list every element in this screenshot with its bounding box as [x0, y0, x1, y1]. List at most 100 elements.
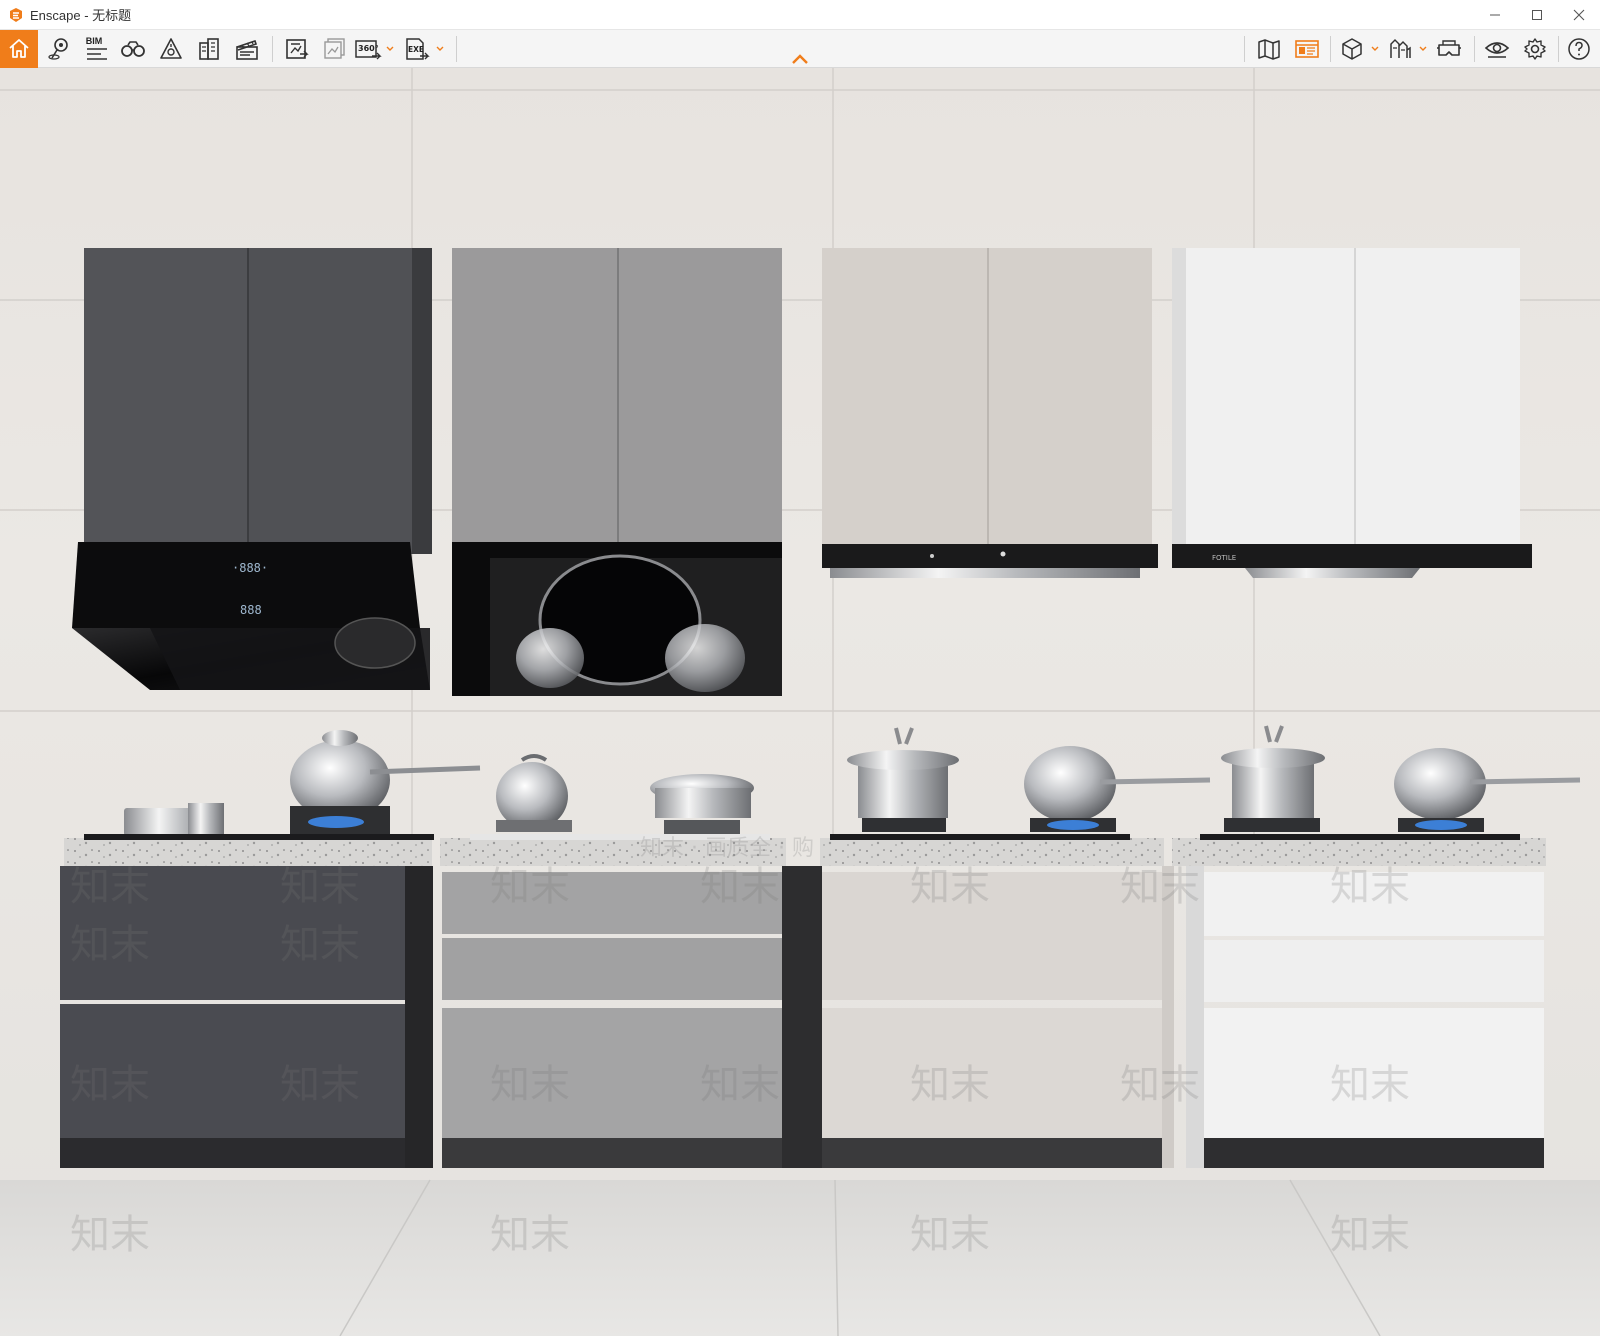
toolbar-separator: [456, 36, 457, 62]
toolbar-separator: [1244, 36, 1245, 62]
svg-text:知末: 知末: [1120, 864, 1200, 910]
help-icon: [1568, 38, 1590, 60]
minimize-button[interactable]: [1474, 0, 1516, 30]
svg-text:知末: 知末: [490, 1212, 570, 1258]
exe-export-button[interactable]: EXE: [402, 30, 432, 68]
toolbar-separator: [1558, 36, 1559, 62]
maximize-icon: [1532, 10, 1542, 20]
map-icon: [1258, 39, 1280, 60]
map-button[interactable]: [1252, 30, 1286, 68]
maximize-button[interactable]: [1516, 0, 1558, 30]
watermark-text: 知末: [70, 864, 150, 910]
svg-text:知末: 知末: [700, 864, 780, 910]
home-icon: [9, 39, 29, 58]
drawer-middle: [1204, 940, 1544, 1002]
app-name: Enscape: [30, 8, 81, 23]
settings-button[interactable]: [1518, 30, 1552, 68]
material-editor-icon: [1295, 40, 1319, 58]
wall-cabinet: [1186, 248, 1520, 546]
chevron-down-icon: [1419, 46, 1427, 51]
svg-text:知末: 知末: [280, 864, 360, 910]
help-button[interactable]: [1562, 30, 1596, 68]
buildings-button[interactable]: [192, 30, 226, 68]
chevron-down-icon: [436, 46, 444, 51]
drawer-upper: [822, 872, 1162, 1000]
kitchen-unit-2: [440, 248, 822, 1168]
panorama-360-icon: 360°: [355, 40, 382, 60]
svg-text:知末: 知末: [490, 864, 570, 910]
title-separator: -: [80, 8, 93, 23]
exe-export-icon: EXE: [406, 38, 430, 60]
toolbar-separator: [1330, 36, 1331, 62]
cookware: [496, 754, 754, 834]
floor: [0, 1180, 1600, 1336]
batch-render-icon: [324, 38, 345, 59]
bim-icon: [87, 47, 107, 60]
countertop: [820, 838, 1164, 866]
material-editor-button[interactable]: [1290, 30, 1324, 68]
panorama-label: 360°: [358, 44, 379, 53]
bim-label: BIM: [85, 35, 103, 46]
watermark-banner: 知末 · 画质全 · 购: [640, 836, 814, 861]
location-icon: [48, 38, 68, 60]
minimize-icon: [1490, 14, 1500, 16]
asset-library-button[interactable]: [1384, 30, 1416, 68]
settings-gear-icon: [1524, 38, 1546, 60]
chevron-down-icon: [386, 46, 394, 51]
exe-dropdown[interactable]: [435, 30, 445, 68]
hood-display: ·888·: [232, 561, 268, 575]
kitchen-scene: ·888· 888 FOTILE 知末 知末 知末 知末 知末 知末 知末 知末…: [0, 68, 1600, 1336]
close-button[interactable]: [1558, 0, 1600, 30]
range-hood: FOTILE: [1172, 544, 1532, 578]
svg-text:知末: 知末: [280, 922, 360, 968]
svg-text:知末: 知末: [1330, 1062, 1410, 1108]
countertop: [64, 838, 432, 866]
home-button[interactable]: [0, 30, 38, 68]
binoculars-icon: [121, 41, 145, 57]
render-viewport[interactable]: ·888· 888 FOTILE 知末 知末 知末 知末 知末 知末 知末 知末…: [0, 68, 1600, 1336]
location-button[interactable]: [42, 30, 76, 68]
asset-placement-button[interactable]: [1336, 30, 1368, 68]
close-icon: [1573, 9, 1585, 21]
svg-text:知末: 知末: [490, 1062, 570, 1108]
toolbar-separator: [1474, 36, 1475, 62]
kitchen-unit-4: FOTILE: [1172, 248, 1581, 1168]
svg-text:知末: 知末: [1120, 1062, 1200, 1108]
svg-text:FOTILE: FOTILE: [1212, 554, 1236, 562]
svg-text:知末: 知末: [280, 1062, 360, 1108]
svg-text:知末: 知末: [70, 922, 150, 968]
range-hood: [822, 544, 1158, 578]
panorama-dropdown[interactable]: [385, 30, 395, 68]
visual-settings-eye-icon: [1484, 42, 1510, 58]
asset-dropdown[interactable]: [1370, 30, 1380, 68]
bim-button[interactable]: BIM: [80, 30, 114, 68]
views-button[interactable]: [116, 30, 150, 68]
svg-text:知末: 知末: [910, 864, 990, 910]
screenshot-button[interactable]: [280, 30, 314, 68]
svg-text:888: 888: [240, 603, 262, 617]
panorama-button[interactable]: 360°: [354, 30, 382, 68]
kitchen-unit-1: ·888· 888: [60, 248, 481, 1168]
cookware: [1221, 725, 1581, 832]
video-editor-button[interactable]: [230, 30, 264, 68]
screenshot-icon: [286, 39, 309, 59]
window-title: Enscape - 无标题: [30, 5, 131, 24]
svg-text:知末: 知末: [910, 1212, 990, 1258]
buildings-icon: [199, 38, 219, 60]
asset-library-dropdown[interactable]: [1418, 30, 1428, 68]
atmosphere-button[interactable]: [154, 30, 188, 68]
exe-label: EXE: [408, 45, 424, 54]
title-bar: Enscape - 无标题: [0, 0, 1600, 30]
atmosphere-icon: [160, 38, 182, 59]
vr-headset-icon: [1437, 40, 1461, 56]
collapse-toolbar-chevron-up-icon[interactable]: [790, 52, 810, 66]
visual-settings-button[interactable]: [1480, 30, 1514, 68]
clapper-icon: [236, 39, 258, 60]
cookware: [847, 727, 1211, 832]
range-hood: [452, 542, 782, 696]
vr-headset-button[interactable]: [1432, 30, 1466, 68]
batch-render-button[interactable]: [318, 30, 352, 68]
countertop: [1172, 838, 1546, 866]
svg-text:知末: 知末: [70, 1212, 150, 1258]
drawer-middle: [442, 938, 782, 1000]
